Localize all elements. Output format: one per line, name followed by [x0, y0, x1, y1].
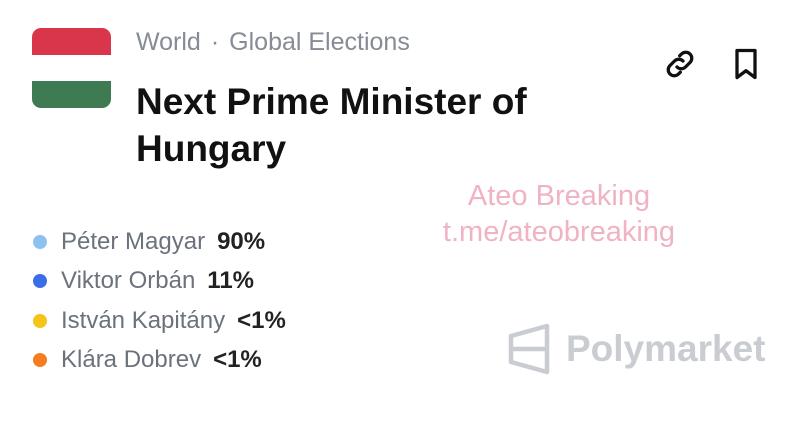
- outcome-percent: <1%: [213, 346, 262, 374]
- outcome-color-dot: [33, 234, 47, 249]
- polymarket-brand: Polymarket: [506, 322, 766, 376]
- outcome-percent: 90%: [217, 227, 266, 255]
- outcome-color-dot: [33, 353, 47, 368]
- watermark-line-1: Ateo Breaking: [467, 180, 651, 212]
- flag-stripe-green: [32, 81, 111, 108]
- breadcrumb: World · Global Elections: [136, 28, 410, 57]
- polymarket-logo-icon: [508, 323, 550, 375]
- outcome-percent: 11%: [207, 267, 255, 295]
- outcome-name: Klára Dobrev: [61, 346, 202, 374]
- outcome-color-dot: [33, 313, 47, 328]
- breadcrumb-category[interactable]: World: [136, 28, 201, 56]
- flag-stripe-white: [32, 54, 111, 82]
- brand-name: Polymarket: [566, 328, 766, 369]
- flag-stripe-red: [32, 28, 111, 55]
- hungary-flag-icon: [32, 28, 111, 108]
- outcome-item[interactable]: Péter Magyar 90%: [32, 222, 286, 262]
- outcome-name: Viktor Orbán: [61, 267, 196, 295]
- outcome-list: Péter Magyar 90% Viktor Orbán 11% István…: [32, 222, 286, 380]
- market-title: Next Prime Minister of Hungary: [136, 81, 527, 169]
- outcome-color-dot: [33, 274, 47, 289]
- bookmark-icon: [735, 48, 757, 80]
- outcome-percent: <1%: [237, 306, 286, 334]
- outcome-name: István Kapitány: [61, 306, 226, 334]
- watermark-line-2: t.me/ateobreaking: [442, 216, 676, 248]
- channel-watermark: Ateo Breaking t.me/ateobreaking: [392, 178, 726, 250]
- outcome-item[interactable]: István Kapitány <1%: [32, 301, 286, 341]
- copy-link-button[interactable]: [662, 46, 698, 82]
- breadcrumb-separator: ·: [210, 28, 220, 56]
- link-icon: [666, 50, 694, 78]
- bookmark-button[interactable]: [728, 46, 764, 82]
- outcome-item[interactable]: Klára Dobrev <1%: [32, 341, 286, 381]
- breadcrumb-subcategory[interactable]: Global Elections: [229, 28, 410, 56]
- outcome-item[interactable]: Viktor Orbán 11%: [32, 262, 286, 302]
- outcome-name: Péter Magyar: [61, 227, 206, 255]
